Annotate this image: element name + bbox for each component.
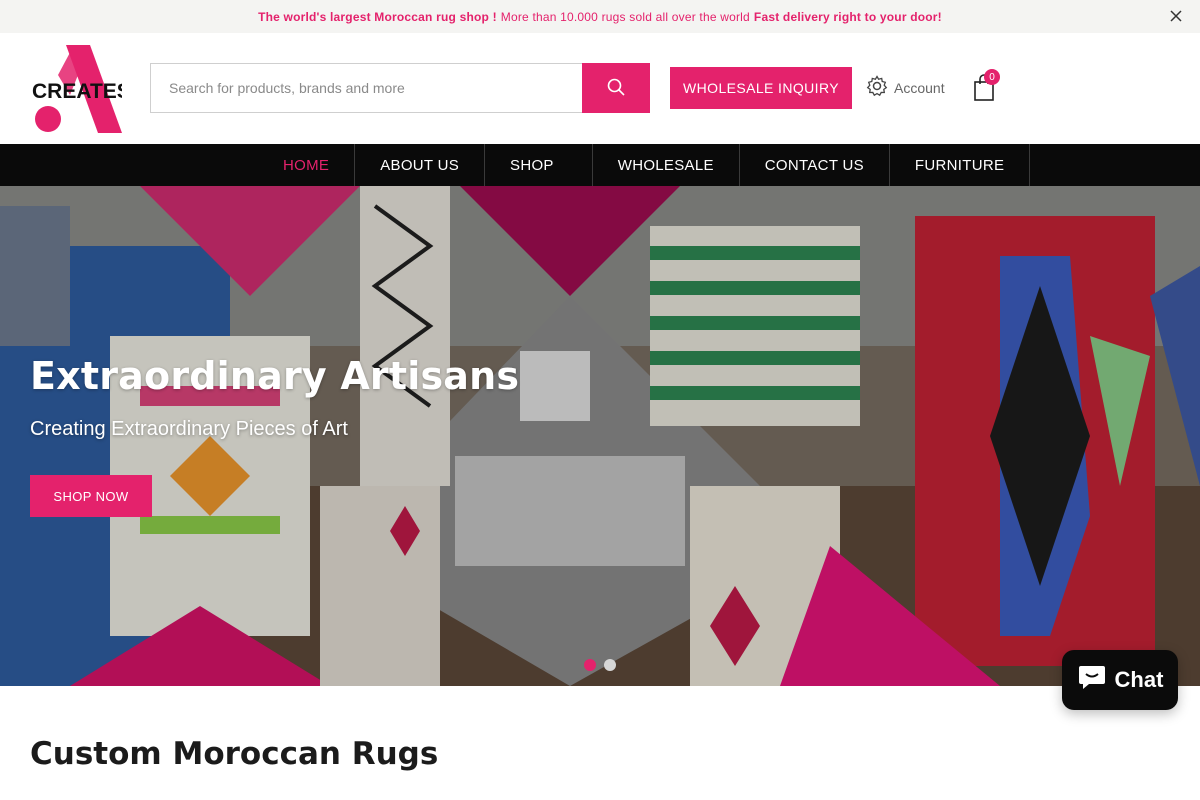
search-bar — [150, 63, 650, 113]
nav-item-about-us[interactable]: ABOUT US — [355, 144, 486, 186]
cart-button[interactable]: 0 — [972, 69, 1000, 103]
search-input[interactable] — [150, 63, 582, 113]
account-link[interactable]: Account — [866, 75, 945, 100]
slider-dot-1[interactable] — [584, 659, 596, 671]
gear-icon — [866, 75, 888, 100]
wholesale-inquiry-button[interactable]: WHOLESALE INQUIRY — [670, 67, 852, 109]
nav-item-contact-us[interactable]: CONTACT US — [740, 144, 890, 186]
slider-dot-2[interactable] — [604, 659, 616, 671]
section-title: Custom Moroccan Rugs — [30, 736, 439, 772]
hero-title: Extraordinary Artisans — [30, 354, 520, 398]
site-header: CREATES WHOLESALE INQUIRY Account 0 — [0, 33, 1200, 144]
hero-slider: Extraordinary Artisans Creating Extraord… — [0, 186, 1200, 686]
chat-button[interactable]: Chat — [1062, 650, 1178, 710]
slider-dots — [584, 659, 616, 671]
main-nav: HOME ABOUT US SHOP WHOLESALE CONTACT US … — [0, 144, 1200, 186]
nav-item-home[interactable]: HOME — [258, 144, 356, 186]
close-icon[interactable] — [1168, 8, 1184, 24]
nav-item-shop[interactable]: SHOP — [485, 144, 593, 186]
site-logo[interactable]: CREATES — [30, 45, 131, 133]
search-button[interactable] — [582, 63, 650, 113]
hero-subtitle: Creating Extraordinary Pieces of Art — [30, 418, 348, 440]
chat-label: Chat — [1114, 667, 1164, 692]
cart-count-badge: 0 — [984, 69, 1000, 85]
announcement-tail: Fast delivery right to your door! — [753, 9, 942, 24]
logo-text: CREATES — [32, 80, 122, 103]
announcement-lead: The world's largest Moroccan rug shop ! — [258, 9, 497, 24]
nav-item-furniture[interactable]: FURNITURE — [890, 144, 1031, 186]
shopping-bag-icon — [972, 74, 996, 107]
search-icon — [606, 77, 626, 100]
shop-now-button[interactable]: SHOP NOW — [30, 475, 152, 517]
account-label: Account — [894, 79, 945, 96]
announcement-bar: The world's largest Moroccan rug shop ! … — [0, 0, 1200, 33]
announcement-middle: More than 10.000 rugs sold all over the … — [500, 9, 750, 24]
chat-bubble-icon — [1077, 663, 1107, 697]
nav-item-wholesale[interactable]: WHOLESALE — [593, 144, 740, 186]
